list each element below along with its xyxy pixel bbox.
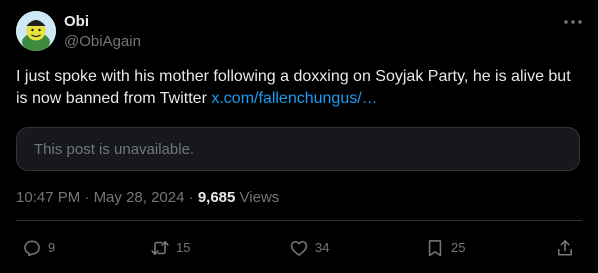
post-text: I just spoke with his mother following a… xyxy=(16,66,576,110)
reply-count: 9 xyxy=(48,240,56,255)
views-label: Views xyxy=(239,189,280,206)
divider xyxy=(16,220,582,221)
post-meta: 10:47 PM · May 28, 2024 · 9,685 Views xyxy=(16,188,279,208)
post-link[interactable]: x.com/fallenchungus/… xyxy=(211,90,377,107)
quoted-post-unavailable-text: This post is unavailable. xyxy=(34,141,195,158)
bookmark-button[interactable]: 25 xyxy=(425,237,465,259)
quoted-post-card[interactable]: This post is unavailable. xyxy=(16,127,580,171)
avatar[interactable] xyxy=(16,11,56,51)
more-button[interactable] xyxy=(562,12,584,32)
bookmark-count: 25 xyxy=(451,240,466,255)
bookmark-icon xyxy=(428,240,442,257)
repost-button[interactable]: 15 xyxy=(150,237,190,259)
share-icon xyxy=(557,240,573,256)
author-handle[interactable]: @ObiAgain xyxy=(64,32,141,52)
post-date[interactable]: May 28, 2024 xyxy=(94,189,185,206)
reply-button[interactable]: 9 xyxy=(22,237,55,259)
reply-icon xyxy=(24,240,40,257)
like-icon xyxy=(290,240,308,256)
share-button[interactable] xyxy=(555,237,575,259)
views-count: 9,685 xyxy=(197,189,236,206)
meta-separator: · xyxy=(84,189,90,206)
repost-icon xyxy=(151,240,169,256)
more-icon xyxy=(564,20,582,24)
avatar-image xyxy=(16,11,56,51)
like-count: 34 xyxy=(315,240,330,255)
post: Obi @ObiAgain I just spoke with his moth… xyxy=(0,0,598,273)
like-button[interactable]: 34 xyxy=(289,237,329,259)
repost-count: 15 xyxy=(176,240,191,255)
post-time[interactable]: 10:47 PM xyxy=(16,189,80,206)
meta-separator: · xyxy=(188,189,194,206)
author-name[interactable]: Obi xyxy=(64,12,89,32)
